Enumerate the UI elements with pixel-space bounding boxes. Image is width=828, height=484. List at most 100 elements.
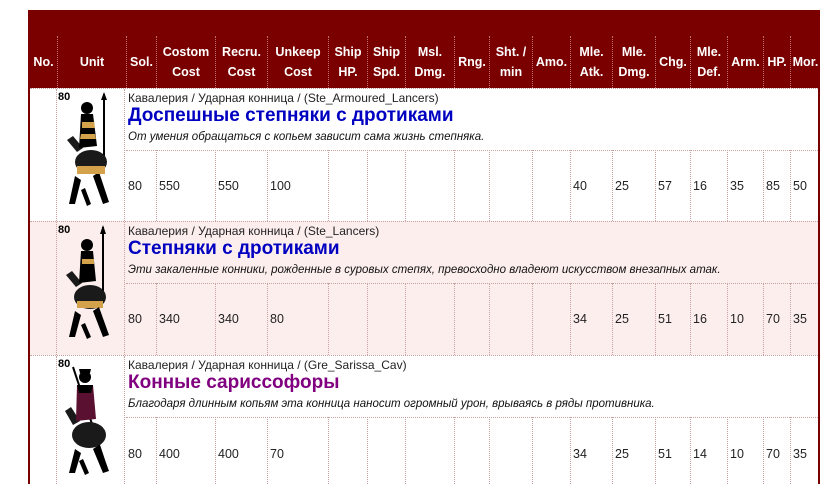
header-costom-cost[interactable]: Costom Cost bbox=[156, 36, 215, 88]
stat-shots-per-min bbox=[489, 283, 532, 355]
stat-armour: 10 bbox=[727, 417, 763, 484]
unit-stats: 80 340 340 80 34 25 51 16 10 70 35 bbox=[126, 283, 818, 355]
header-recruit-cost[interactable]: Recru. Cost bbox=[215, 36, 267, 88]
unit-info: Кавалерия / Ударная конница / (Ste_Armou… bbox=[126, 89, 818, 151]
table-row: 80 Кавалерия / Ударная конница / (Gre_Sa… bbox=[30, 355, 818, 484]
unit-info: Кавалерия / Ударная конница / (Gre_Saris… bbox=[126, 356, 818, 418]
header-melee-attack[interactable]: Mle. Atk. bbox=[570, 36, 612, 88]
stat-hp: 70 bbox=[763, 417, 790, 484]
stat-hp: 70 bbox=[763, 283, 790, 355]
unit-description: От умения обращаться с копьем зависит са… bbox=[128, 131, 485, 143]
header-hp[interactable]: HP. bbox=[763, 36, 790, 88]
row-number-cell bbox=[30, 356, 57, 484]
table-row: 80 Кавалерия / Ударная конница / (Ste_Ar… bbox=[30, 88, 818, 221]
stat-soldiers: 80 bbox=[128, 312, 142, 326]
stat-costom-cost: 340 bbox=[156, 283, 215, 355]
table-top-bar bbox=[30, 10, 818, 36]
unit-name[interactable]: Доспешные степняки с дротиками bbox=[128, 105, 454, 127]
header-ship-speed[interactable]: Ship Spd. bbox=[367, 36, 405, 88]
stat-range bbox=[454, 150, 489, 221]
unit-path: Кавалерия / Ударная конница / (Ste_Lance… bbox=[128, 224, 380, 238]
table-header-row: No. Unit Sol. Costom Cost Recru. Cost Un… bbox=[30, 36, 818, 88]
stat-shots-per-min bbox=[489, 150, 532, 221]
stat-missile-damage bbox=[405, 283, 454, 355]
stat-charge: 51 bbox=[655, 283, 690, 355]
stat-ship-speed bbox=[367, 417, 405, 484]
stat-morale: 35 bbox=[790, 283, 818, 355]
stat-range bbox=[454, 283, 489, 355]
stat-recruit-cost: 400 bbox=[215, 417, 267, 484]
unit-description: Эти закаленные конники, рожденные в суро… bbox=[128, 264, 721, 276]
stat-charge: 51 bbox=[655, 417, 690, 484]
stat-ship-hp bbox=[328, 417, 367, 484]
stat-melee-defense: 16 bbox=[690, 150, 727, 221]
unit-path: Кавалерия / Ударная конница / (Ste_Armou… bbox=[128, 91, 439, 105]
stat-upkeep-cost: 100 bbox=[267, 150, 328, 221]
stat-recruit-cost: 550 bbox=[215, 150, 267, 221]
header-soldiers[interactable]: Sol. bbox=[126, 36, 156, 88]
sarissa-cavalry-icon bbox=[65, 366, 109, 475]
header-armour[interactable]: Arm. bbox=[727, 36, 763, 88]
unit-description: Благодаря длинным копьям эта конница нан… bbox=[128, 398, 655, 410]
unit-stats: 80 550 550 100 40 25 57 16 35 85 50 bbox=[126, 150, 818, 221]
stat-melee-damage: 25 bbox=[612, 150, 655, 221]
stat-soldiers: 80 bbox=[128, 446, 142, 461]
header-ammo[interactable]: Amo. bbox=[532, 36, 570, 88]
stat-missile-damage bbox=[405, 417, 454, 484]
stat-melee-defense: 14 bbox=[690, 417, 727, 484]
stat-melee-damage: 25 bbox=[612, 283, 655, 355]
stat-ship-speed bbox=[367, 150, 405, 221]
header-melee-damage[interactable]: Mle. Dmg. bbox=[612, 36, 655, 88]
unit-card[interactable]: 80 bbox=[57, 356, 125, 484]
unit-name[interactable]: Конные сариссофоры bbox=[128, 372, 339, 394]
header-melee-defense[interactable]: Mle. Def. bbox=[690, 36, 727, 88]
stat-armour: 35 bbox=[727, 150, 763, 221]
stat-upkeep-cost: 80 bbox=[267, 283, 328, 355]
stat-melee-attack: 40 bbox=[570, 150, 612, 221]
unit-table: No. Unit Sol. Costom Cost Recru. Cost Un… bbox=[28, 10, 820, 484]
stat-charge: 57 bbox=[655, 150, 690, 221]
stat-ammo bbox=[532, 150, 570, 221]
stat-costom-cost: 550 bbox=[156, 150, 215, 221]
stat-ammo bbox=[532, 417, 570, 484]
header-shots-per-min[interactable]: Sht. / min bbox=[489, 36, 532, 88]
stat-recruit-cost: 340 bbox=[215, 283, 267, 355]
header-morale[interactable]: Mor. bbox=[790, 36, 818, 88]
unit-path: Кавалерия / Ударная конница / (Gre_Saris… bbox=[128, 358, 407, 372]
stat-melee-damage: 25 bbox=[612, 417, 655, 484]
table-row: 80 Кавалерия / Ударная конница / (Ste_La… bbox=[30, 221, 818, 355]
stat-ammo bbox=[532, 283, 570, 355]
stat-costom-cost: 400 bbox=[156, 417, 215, 484]
stat-missile-damage bbox=[405, 150, 454, 221]
header-range[interactable]: Rng. bbox=[454, 36, 489, 88]
stat-melee-attack: 34 bbox=[570, 283, 612, 355]
stat-melee-defense: 16 bbox=[690, 283, 727, 355]
header-charge[interactable]: Chg. bbox=[655, 36, 690, 88]
unit-info: Кавалерия / Ударная конница / (Ste_Lance… bbox=[126, 222, 818, 284]
stat-morale: 35 bbox=[790, 417, 818, 484]
header-unit[interactable]: Unit bbox=[57, 36, 126, 88]
unit-stats: 80 400 400 70 34 25 51 14 10 70 35 bbox=[126, 417, 818, 484]
row-number-cell bbox=[30, 89, 57, 221]
stat-ship-hp bbox=[328, 283, 367, 355]
lancer-icon bbox=[66, 225, 109, 339]
header-upkeep-cost[interactable]: Unkeep Cost bbox=[267, 36, 328, 88]
stat-upkeep-cost: 70 bbox=[267, 417, 328, 484]
stat-armour: 10 bbox=[727, 283, 763, 355]
header-ship-hp[interactable]: Ship HP. bbox=[328, 36, 367, 88]
header-missile-damage[interactable]: Msl. Dmg. bbox=[405, 36, 454, 88]
stat-hp: 85 bbox=[763, 150, 790, 221]
stat-melee-attack: 34 bbox=[570, 417, 612, 484]
header-no[interactable]: No. bbox=[30, 36, 57, 88]
armoured-lancer-icon bbox=[67, 92, 109, 206]
unit-name[interactable]: Степняки с дротиками bbox=[128, 238, 340, 260]
stat-ship-speed bbox=[367, 283, 405, 355]
unit-card[interactable]: 80 bbox=[57, 89, 125, 221]
unit-card[interactable]: 80 bbox=[57, 222, 125, 355]
stat-morale: 50 bbox=[790, 150, 818, 221]
stat-shots-per-min bbox=[489, 417, 532, 484]
stat-ship-hp bbox=[328, 150, 367, 221]
row-number-cell bbox=[30, 222, 57, 355]
stat-range bbox=[454, 417, 489, 484]
stat-soldiers: 80 bbox=[128, 178, 142, 193]
